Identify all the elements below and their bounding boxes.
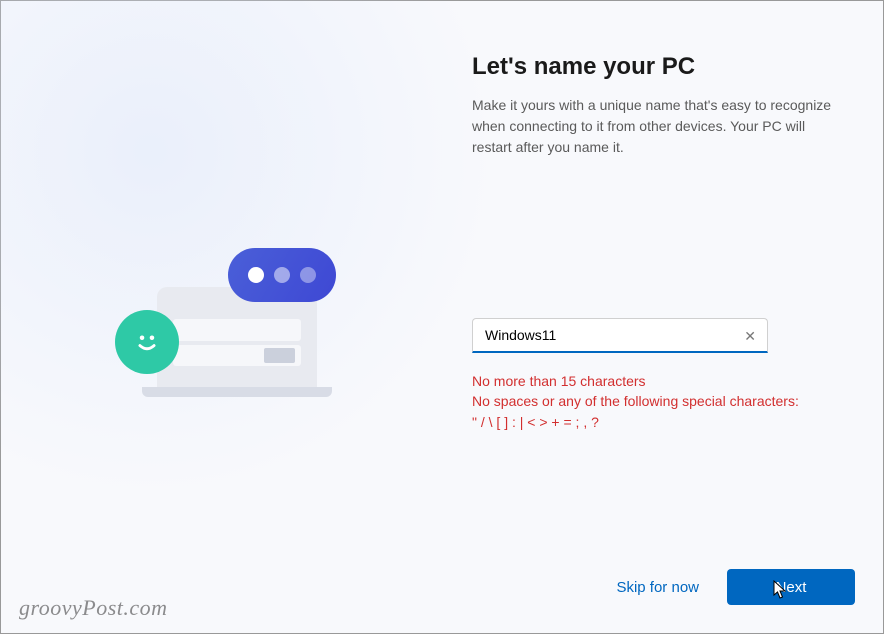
- pc-name-input-wrap: ✕: [472, 318, 768, 353]
- page-title: Let's name your PC: [472, 53, 835, 81]
- illustration-panel: [1, 1, 442, 633]
- laptop-button-shape: [264, 348, 295, 363]
- footer-actions: Skip for now Next: [616, 569, 855, 605]
- pc-name-input[interactable]: [472, 318, 768, 353]
- typing-dot-2: [274, 267, 290, 283]
- validation-line-3: " / \ [ ] : | < > + = ; , ?: [472, 412, 835, 432]
- watermark-text: groovyPost.com: [19, 595, 168, 621]
- typing-dot-1: [248, 267, 264, 283]
- content-panel: Let's name your PC Make it yours with a …: [442, 1, 883, 633]
- pc-illustration: [82, 232, 362, 432]
- smiley-icon: [115, 310, 179, 374]
- validation-line-2: No spaces or any of the following specia…: [472, 391, 835, 411]
- validation-line-1: No more than 15 characters: [472, 371, 835, 391]
- validation-message: No more than 15 characters No spaces or …: [472, 371, 835, 432]
- chat-bubble-icon: [228, 248, 336, 302]
- close-icon: ✕: [744, 328, 756, 344]
- clear-input-button[interactable]: ✕: [740, 325, 760, 347]
- typing-dot-3: [300, 267, 316, 283]
- skip-link[interactable]: Skip for now: [616, 579, 699, 596]
- laptop-field-1: [173, 319, 301, 341]
- next-button[interactable]: Next: [727, 569, 855, 605]
- laptop-base: [142, 387, 332, 397]
- page-subtitle: Make it yours with a unique name that's …: [472, 95, 835, 158]
- oobe-container: Let's name your PC Make it yours with a …: [1, 1, 883, 633]
